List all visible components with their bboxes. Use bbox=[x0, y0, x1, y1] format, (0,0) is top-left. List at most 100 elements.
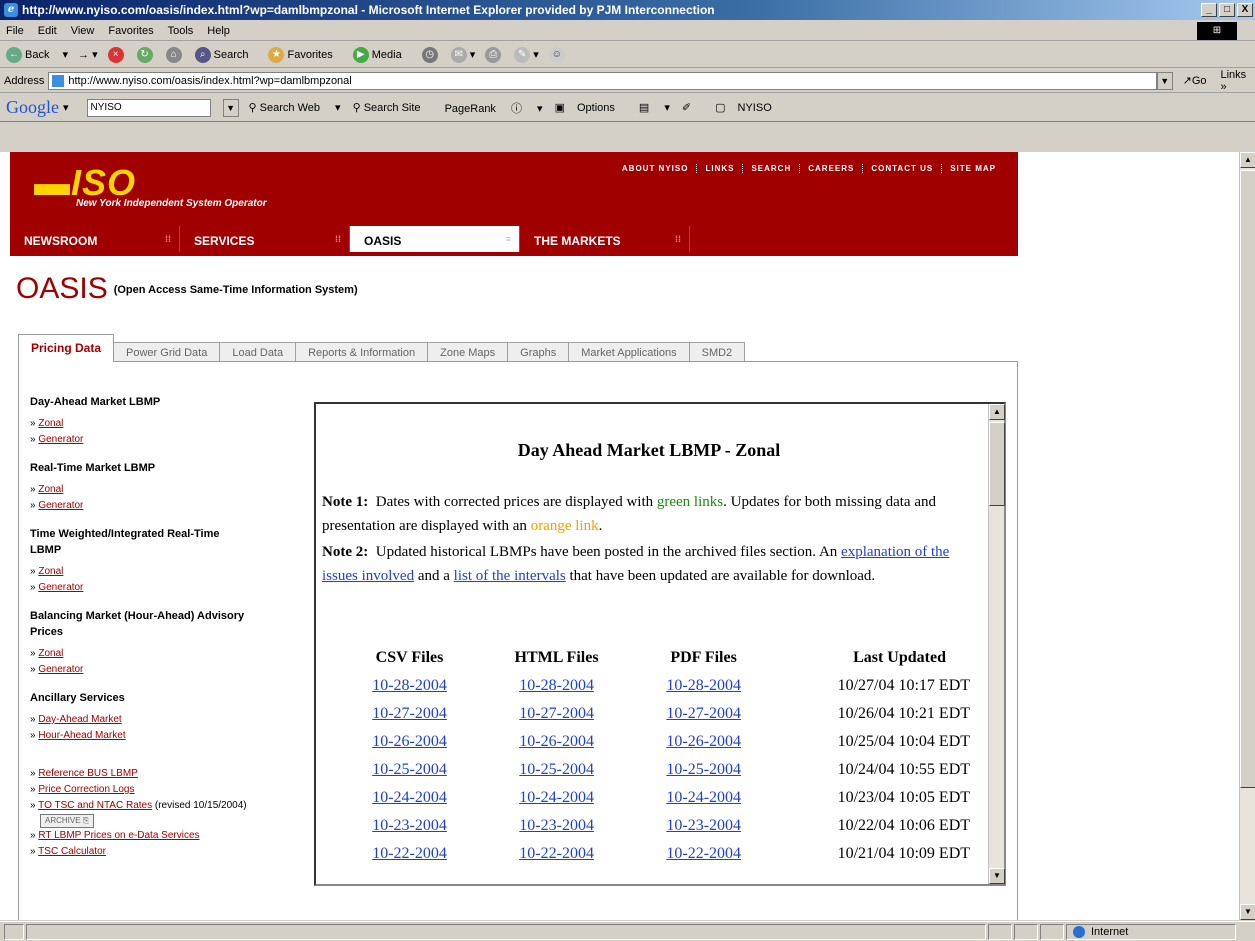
html-link[interactable]: 10-27-2004 bbox=[519, 705, 594, 722]
sidebar-link-rt-zonal[interactable]: Zonal bbox=[38, 484, 63, 495]
tab-zone-maps[interactable]: Zone Maps bbox=[427, 342, 509, 362]
sidebar-link-da-zonal[interactable]: Zonal bbox=[38, 418, 63, 429]
frame-scrollbar[interactable]: ▲ ▼ bbox=[988, 404, 1005, 884]
links-button[interactable]: Links » bbox=[1221, 69, 1255, 93]
forward-button[interactable]: → ▾ bbox=[78, 48, 98, 61]
tab-pricing-data[interactable]: Pricing Data bbox=[18, 334, 115, 362]
tab-load-data[interactable]: Load Data bbox=[219, 342, 297, 362]
search-site-button[interactable]: ⚲ Search Site bbox=[353, 101, 433, 114]
link-tsc-ntac-rates[interactable]: TO TSC and NTAC Rates bbox=[38, 800, 152, 811]
search-button[interactable]: ⌕ Search bbox=[194, 46, 259, 63]
archive-button[interactable]: ARCHIVE ⎘ bbox=[40, 814, 95, 828]
toplink-sitemap[interactable]: SITE MAP bbox=[942, 164, 1004, 173]
pdf-link[interactable]: 10-28-2004 bbox=[666, 677, 741, 694]
nav-oasis[interactable]: OASIS ≡ bbox=[350, 226, 520, 252]
pdf-link[interactable]: 10-24-2004 bbox=[666, 789, 741, 806]
scroll-thumb[interactable] bbox=[989, 422, 1005, 506]
tab-graphs[interactable]: Graphs bbox=[507, 342, 570, 362]
toplink-contact[interactable]: CONTACT US bbox=[863, 164, 943, 173]
csv-link[interactable]: 10-25-2004 bbox=[372, 761, 447, 778]
menu-tools[interactable]: Tools bbox=[168, 25, 194, 37]
csv-link[interactable]: 10-24-2004 bbox=[372, 789, 447, 806]
close-button[interactable]: X bbox=[1237, 3, 1253, 17]
options-button[interactable]: ▣ Options bbox=[555, 101, 627, 114]
address-dropdown-button[interactable]: ▼ bbox=[1156, 71, 1173, 90]
tab-market-applications[interactable]: Market Applications bbox=[568, 342, 690, 362]
menu-view[interactable]: View bbox=[71, 25, 95, 37]
refresh-button[interactable]: ↻ bbox=[136, 46, 156, 63]
toplink-about[interactable]: ABOUT NYISO bbox=[614, 164, 698, 173]
google-search-dropdown[interactable]: ▼ bbox=[222, 98, 239, 117]
scroll-up-icon[interactable]: ▲ bbox=[1240, 152, 1255, 168]
html-link[interactable]: 10-28-2004 bbox=[519, 677, 594, 694]
scroll-thumb[interactable] bbox=[1240, 170, 1255, 788]
nav-the-markets[interactable]: THE MARKETS ⁞⁞ bbox=[520, 226, 690, 252]
scroll-down-icon[interactable]: ▼ bbox=[1240, 904, 1255, 920]
sidebar-link-anc-day-ahead[interactable]: Day-Ahead Market bbox=[38, 714, 121, 725]
highlight-button[interactable]: ✐ bbox=[682, 101, 703, 114]
csv-link[interactable]: 10-28-2004 bbox=[372, 677, 447, 694]
minimize-button[interactable]: _ bbox=[1201, 3, 1217, 17]
csv-link[interactable]: 10-23-2004 bbox=[372, 817, 447, 834]
html-link[interactable]: 10-25-2004 bbox=[519, 761, 594, 778]
go-button[interactable]: ↗Go bbox=[1183, 74, 1207, 87]
tab-smd2[interactable]: SMD2 bbox=[688, 342, 746, 362]
history-button[interactable]: ◷ bbox=[421, 46, 441, 63]
link-reference-bus-lbmp[interactable]: Reference BUS LBMP bbox=[38, 768, 138, 779]
sidebar-link-tw-zonal[interactable]: Zonal bbox=[38, 566, 63, 577]
edit-button[interactable]: ✎ ▾ bbox=[514, 46, 539, 63]
favorites-button[interactable]: ★ Favorites bbox=[268, 46, 342, 63]
menu-file[interactable]: File bbox=[6, 25, 24, 37]
print-button[interactable]: ⎙ bbox=[485, 46, 504, 63]
google-search-input[interactable]: NYISO bbox=[86, 98, 211, 117]
maximize-button[interactable]: □ bbox=[1219, 3, 1235, 17]
scroll-up-icon[interactable]: ▲ bbox=[989, 404, 1005, 420]
google-logo[interactable]: Google bbox=[6, 97, 59, 118]
csv-link[interactable]: 10-27-2004 bbox=[372, 705, 447, 722]
pdf-link[interactable]: 10-23-2004 bbox=[666, 817, 741, 834]
link-tsc-calculator[interactable]: TSC Calculator bbox=[38, 846, 106, 857]
page-scrollbar[interactable]: ▲ ▼ bbox=[1239, 152, 1255, 920]
menu-help[interactable]: Help bbox=[207, 25, 230, 37]
search-web-button[interactable]: ⚲ Search Web ▾ bbox=[249, 101, 341, 114]
sidebar-link-bm-generator[interactable]: Generator bbox=[38, 664, 83, 675]
back-button[interactable]: ← Back ▾ bbox=[6, 46, 68, 63]
menu-edit[interactable]: Edit bbox=[38, 25, 57, 37]
pdf-link[interactable]: 10-26-2004 bbox=[666, 733, 741, 750]
toplink-search[interactable]: SEARCH bbox=[743, 164, 801, 173]
toplink-careers[interactable]: CAREERS bbox=[800, 164, 864, 173]
pdf-link[interactable]: 10-25-2004 bbox=[666, 761, 741, 778]
folder-button[interactable]: ▤ ▾ bbox=[639, 101, 670, 114]
menu-favorites[interactable]: Favorites bbox=[108, 25, 153, 37]
pdf-link[interactable]: 10-22-2004 bbox=[666, 845, 741, 862]
pagerank-indicator[interactable]: PageRank ⓘ ▾ bbox=[445, 100, 543, 116]
google-menu-chevron-icon[interactable]: ▾ bbox=[63, 101, 69, 114]
html-link[interactable]: 10-22-2004 bbox=[519, 845, 594, 862]
media-button[interactable]: ▶ Media bbox=[352, 46, 412, 63]
tab-power-grid-data[interactable]: Power Grid Data bbox=[113, 342, 221, 362]
nyiso-button[interactable]: ▢ NYISO bbox=[715, 101, 784, 114]
nav-services[interactable]: SERVICES ⁞⁞ bbox=[180, 226, 350, 252]
csv-link[interactable]: 10-22-2004 bbox=[372, 845, 447, 862]
link-price-correction-logs[interactable]: Price Correction Logs bbox=[38, 784, 134, 795]
stop-button[interactable]: × bbox=[107, 46, 127, 63]
address-input[interactable]: http://www.nyiso.com/oasis/index.html?wp… bbox=[48, 71, 1157, 90]
sidebar-link-bm-zonal[interactable]: Zonal bbox=[38, 648, 63, 659]
sidebar-link-da-generator[interactable]: Generator bbox=[38, 434, 83, 445]
tab-reports-information[interactable]: Reports & Information bbox=[295, 342, 429, 362]
html-link[interactable]: 10-24-2004 bbox=[519, 789, 594, 806]
discuss-button[interactable]: ☺ bbox=[548, 46, 568, 63]
html-link[interactable]: 10-26-2004 bbox=[519, 733, 594, 750]
home-button[interactable]: ⌂ bbox=[165, 46, 185, 63]
scroll-down-icon[interactable]: ▼ bbox=[989, 868, 1005, 884]
pdf-link[interactable]: 10-27-2004 bbox=[666, 705, 741, 722]
html-link[interactable]: 10-23-2004 bbox=[519, 817, 594, 834]
mail-button[interactable]: ✉ ▾ bbox=[450, 46, 475, 63]
csv-link[interactable]: 10-26-2004 bbox=[372, 733, 447, 750]
intervals-link[interactable]: list of the intervals bbox=[454, 568, 566, 584]
toplink-links[interactable]: LINKS bbox=[697, 164, 744, 173]
sidebar-link-anc-hour-ahead[interactable]: Hour-Ahead Market bbox=[38, 730, 125, 741]
sidebar-link-rt-generator[interactable]: Generator bbox=[38, 500, 83, 511]
nav-newsroom[interactable]: NEWSROOM ⁞⁞ bbox=[10, 226, 180, 252]
link-rt-lbmp-edata[interactable]: RT LBMP Prices on e-Data Services bbox=[38, 830, 199, 841]
